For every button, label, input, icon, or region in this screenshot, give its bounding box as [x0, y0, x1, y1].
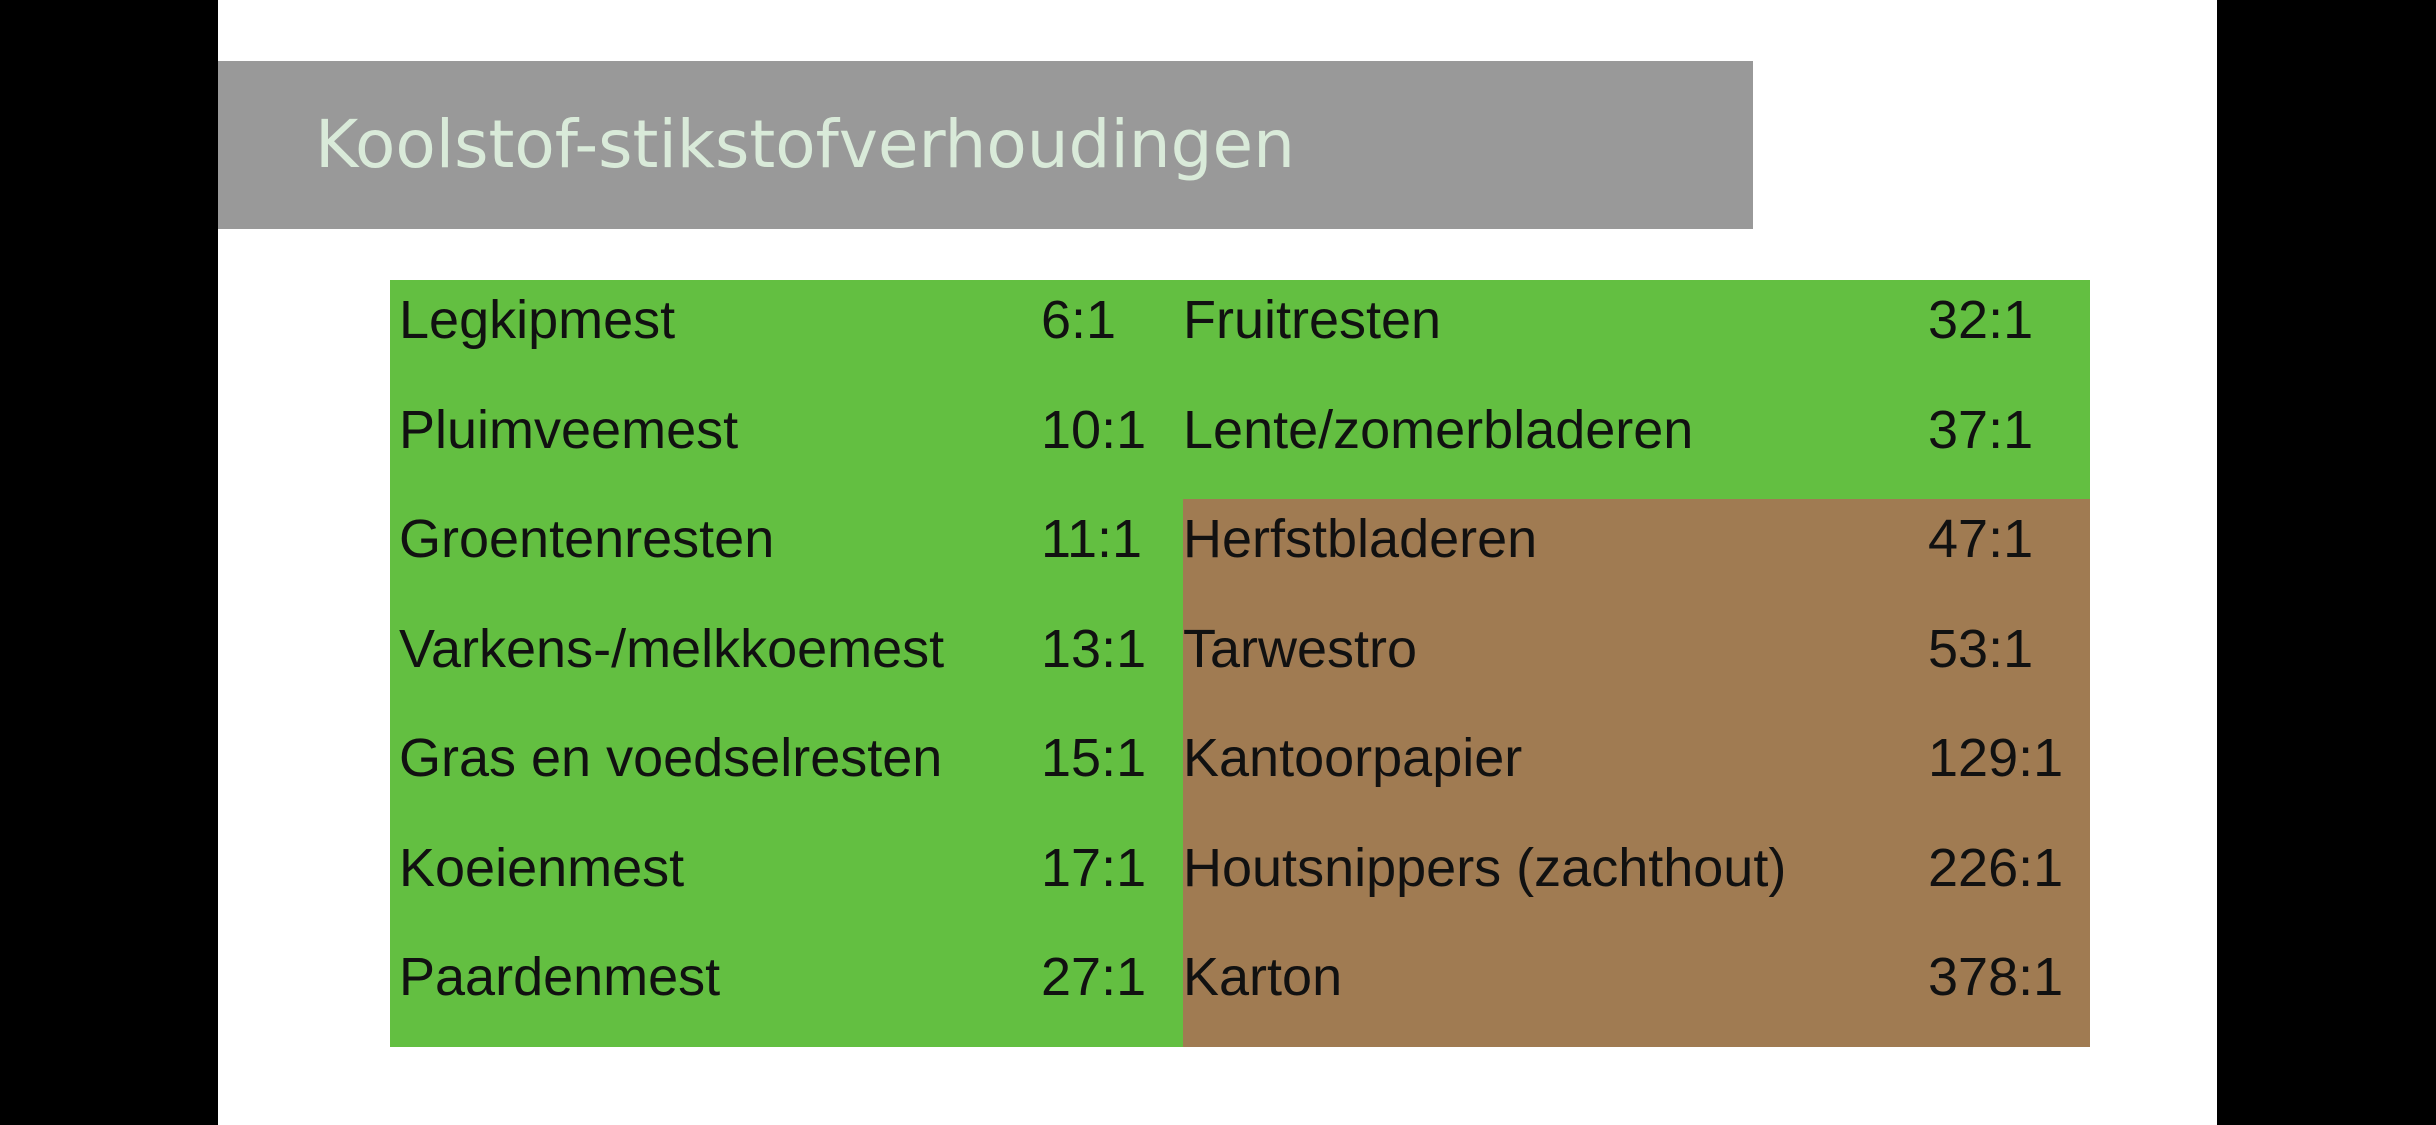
- cn-ratio: 17:1: [1041, 837, 1147, 898]
- table-row: Paardenmest 27:1: [390, 937, 1183, 1047]
- cn-ratio: 37:1: [1928, 399, 2034, 460]
- cn-ratio: 11:1: [1041, 509, 1143, 570]
- right-column: Fruitresten 32:1 Lente/zomerbladeren 37:1 He…: [1183, 280, 2090, 1047]
- table-row: Koeienmest 17:1: [390, 827, 1183, 938]
- material-name: Lente/zomerbladeren: [1183, 399, 1694, 460]
- material-name: Kantoorpapier: [1183, 728, 1523, 789]
- material-name: Herfstbladeren: [1183, 509, 1538, 570]
- table-row: Pluimveemest 10:1: [390, 389, 1183, 500]
- cn-ratio: 10:1: [1041, 399, 1147, 460]
- cn-ratio: 6:1: [1041, 290, 1117, 350]
- material-name: Groentenresten: [399, 509, 775, 570]
- cn-ratio: 129:1: [1928, 728, 2064, 789]
- table-row: Gras en voedselresten 15:1: [390, 718, 1183, 828]
- cn-ratio: 15:1: [1041, 728, 1147, 789]
- ratio-table: Legkipmest 6:1 Pluimveemest 10:1 Groentenres…: [390, 280, 2090, 1047]
- cn-ratio: 226:1: [1928, 837, 2064, 898]
- table-row: Legkipmest 6:1: [390, 280, 1183, 390]
- material-name: Gras en voedselresten: [399, 728, 943, 789]
- slide-title: Koolstof-stikstofverhoudingen: [315, 106, 1295, 183]
- table-row: Herfstbladeren 47:1: [1183, 499, 2090, 609]
- left-column: Legkipmest 6:1 Pluimveemest 10:1 Groentenres…: [390, 280, 1183, 1047]
- material-name: Legkipmest: [399, 290, 676, 350]
- cn-ratio: 53:1: [1928, 618, 2034, 679]
- material-name: Paardenmest: [399, 947, 721, 1008]
- material-name: Tarwestro: [1183, 618, 1418, 679]
- material-name: Varkens-/melkkoemest: [399, 618, 945, 679]
- table-row: Houtsnippers (zachthout) 226:1: [1183, 827, 2090, 938]
- cn-ratio: 27:1: [1041, 947, 1147, 1008]
- table-row: Kantoorpapier 129:1: [1183, 718, 2090, 828]
- table-row: Lente/zomerbladeren 37:1: [1183, 389, 2090, 500]
- material-name: Koeienmest: [399, 837, 685, 898]
- material-name: Fruitresten: [1183, 290, 1442, 350]
- table-row: Varkens-/melkkoemest 13:1: [390, 608, 1183, 719]
- material-name: Pluimveemest: [399, 399, 739, 460]
- cn-ratio: 32:1: [1928, 290, 2034, 350]
- cn-ratio: 378:1: [1928, 947, 2064, 1008]
- material-name: Karton: [1183, 947, 1343, 1008]
- cn-ratio: 47:1: [1928, 509, 2034, 570]
- table-row: Groentenresten 11:1: [390, 499, 1183, 609]
- table-row: Karton 378:1: [1183, 937, 2090, 1047]
- cn-ratio: 13:1: [1041, 618, 1147, 679]
- slide: Koolstof-stikstofverhoudingen Legkipmest…: [218, 0, 2217, 1125]
- material-name: Houtsnippers (zachthout): [1183, 837, 1787, 898]
- title-bar: Koolstof-stikstofverhoudingen: [218, 61, 1753, 229]
- table-row: Fruitresten 32:1: [1183, 280, 2090, 390]
- table-row: Tarwestro 53:1: [1183, 608, 2090, 719]
